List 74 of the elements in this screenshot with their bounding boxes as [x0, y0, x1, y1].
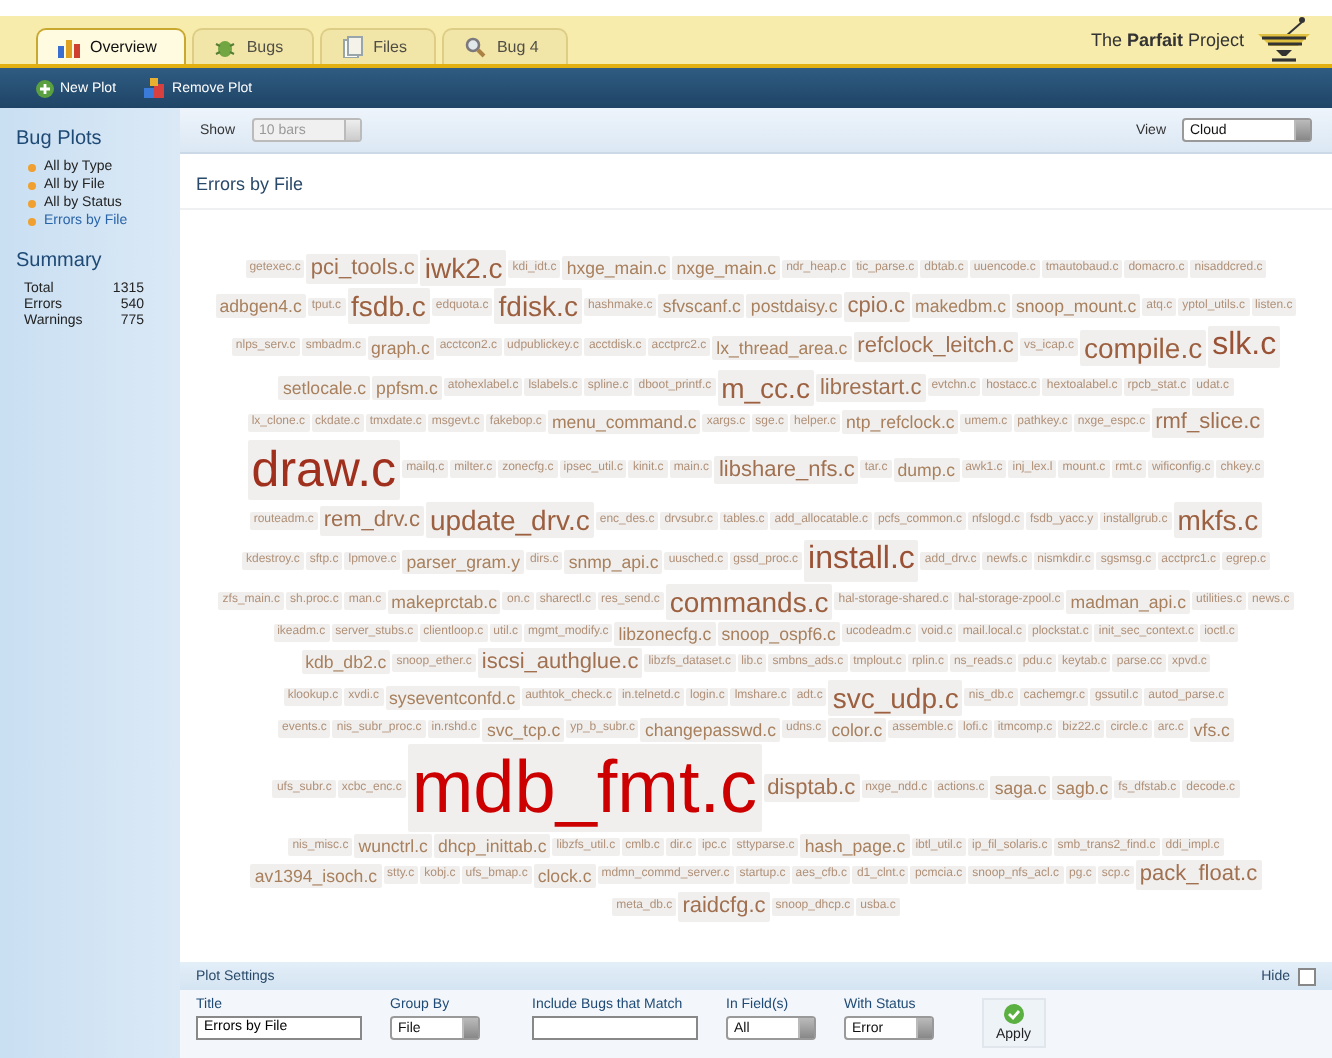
- file-tag[interactable]: sagb.c: [1052, 776, 1113, 801]
- file-tag[interactable]: pack_float.c: [1135, 860, 1262, 891]
- file-tag[interactable]: svc_udp.c: [828, 679, 963, 716]
- file-tag[interactable]: raidcfg.c: [678, 892, 770, 922]
- file-tag[interactable]: av1394_isoch.c: [250, 863, 382, 888]
- file-tag[interactable]: mdb_fmt.c: [407, 743, 762, 833]
- file-tag[interactable]: snmp_api.c: [564, 549, 663, 574]
- file-tag[interactable]: update_drv.c: [425, 502, 594, 539]
- bug-icon: [214, 37, 237, 57]
- hide-checkbox[interactable]: [1298, 967, 1316, 985]
- file-tag[interactable]: changepasswd.c: [640, 717, 780, 742]
- file-tag[interactable]: ppfsm.c: [372, 375, 442, 400]
- file-tag[interactable]: adbgen4.c: [215, 294, 306, 319]
- file-tag[interactable]: setlocale.c: [278, 375, 371, 400]
- file-tag[interactable]: snoop_ospf6.c: [717, 621, 840, 646]
- file-tag[interactable]: dump.c: [893, 457, 960, 482]
- file-tag[interactable]: install.c: [804, 540, 919, 582]
- file-tag[interactable]: pci_tools.c: [306, 253, 419, 284]
- file-tag[interactable]: vfs.c: [1189, 717, 1234, 742]
- file-tag[interactable]: libzonecfg.c: [614, 621, 716, 646]
- file-tag[interactable]: refclock_leitch.c: [853, 332, 1018, 362]
- file-tag[interactable]: cpio.c: [843, 292, 910, 322]
- tab[interactable]: Files: [319, 28, 437, 64]
- logo-text: The Parfait Project: [1090, 30, 1244, 50]
- sidebar-heading: Summary: [16, 250, 104, 272]
- file-tag[interactable]: sfvscanf.c: [658, 294, 745, 319]
- file-tag[interactable]: lx_thread_area.c: [712, 335, 852, 360]
- file-tag[interactable]: wunctrl.c: [354, 834, 432, 859]
- file-tag[interactable]: disptab.c: [763, 773, 860, 803]
- file-tag[interactable]: parser_gram.y: [402, 549, 524, 574]
- file-tag[interactable]: ntp_refclock.c: [842, 410, 959, 435]
- file-tag[interactable]: clock.c: [533, 863, 596, 888]
- file-tag[interactable]: syseventconfd.c: [385, 685, 520, 710]
- file-tag[interactable]: fdisk.c: [494, 288, 582, 325]
- file-tag[interactable]: madman_api.c: [1066, 589, 1190, 614]
- file-tag[interactable]: draw.c: [247, 439, 401, 501]
- blocks-icon: [144, 78, 167, 98]
- file-tag[interactable]: makedbm.c: [911, 294, 1010, 319]
- file-tag[interactable]: nxge_main.c: [672, 256, 781, 281]
- file-tag[interactable]: postdaisy.c: [746, 294, 842, 319]
- file-tag[interactable]: mkfs.c: [1173, 502, 1263, 539]
- tab[interactable]: Bug 4: [442, 28, 569, 64]
- file-tag[interactable]: iwk2.c: [420, 250, 507, 287]
- text-field[interactable]: [532, 1016, 698, 1040]
- search-icon: [464, 36, 487, 58]
- file-tag[interactable]: color.c: [827, 717, 887, 742]
- file-tag[interactable]: menu_command.c: [547, 410, 701, 435]
- tab[interactable]: Bugs: [192, 28, 314, 64]
- file-tag[interactable]: saga.c: [990, 776, 1051, 801]
- file-tag[interactable]: fsdb.c: [347, 288, 430, 325]
- file-tag[interactable]: snoop_mount.c: [1012, 294, 1141, 319]
- file-tag[interactable]: compile.c: [1079, 329, 1207, 366]
- file-tag[interactable]: makeprctab.c: [387, 589, 501, 614]
- file-tag[interactable]: graph.c: [367, 335, 434, 360]
- plus-icon: [36, 79, 54, 97]
- file-tag[interactable]: rem_drv.c: [319, 506, 424, 536]
- file-tag[interactable]: iscsi_authglue.c: [477, 647, 643, 678]
- file-tag[interactable]: kdb_db2.c: [301, 650, 391, 675]
- file-tag[interactable]: slk.c: [1208, 326, 1281, 368]
- file-tag[interactable]: commands.c: [665, 583, 833, 620]
- file-tag[interactable]: hash_page.c: [800, 834, 910, 859]
- file-tag[interactable]: rmf_slice.c: [1151, 407, 1265, 438]
- plot-title: Errors by File: [180, 154, 1332, 210]
- document-icon: [341, 36, 364, 58]
- file-tag[interactable]: libshare_nfs.c: [714, 455, 859, 485]
- file-tag[interactable]: m_cc.c: [717, 369, 814, 406]
- sidebar-heading: Bug Plots: [16, 128, 104, 150]
- file-tag[interactable]: hxge_main.c: [562, 256, 671, 281]
- file-tag[interactable]: librestart.c: [815, 373, 926, 403]
- file-tag[interactable]: svc_tcp.c: [482, 717, 565, 742]
- check-icon: [1003, 1004, 1024, 1024]
- tab[interactable]: Overview: [36, 28, 187, 64]
- file-tag[interactable]: dhcp_inittab.c: [433, 834, 551, 859]
- bar-chart-icon: [58, 37, 80, 57]
